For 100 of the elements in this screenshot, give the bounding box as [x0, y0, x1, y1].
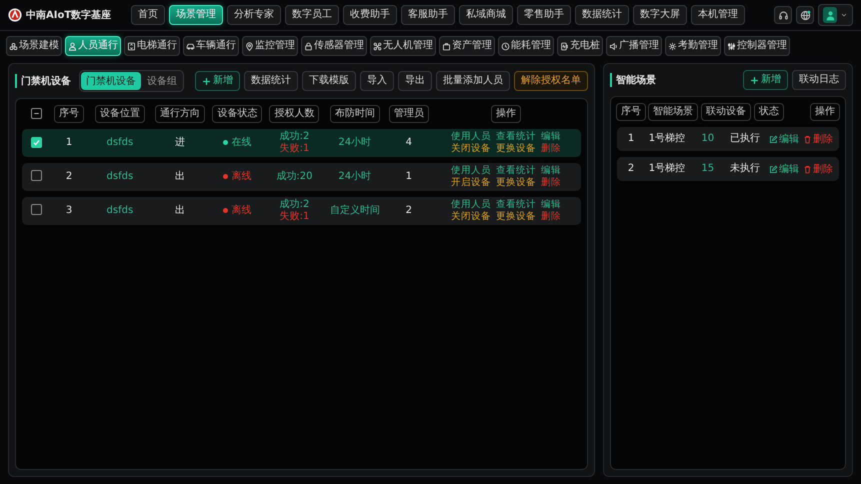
table-row[interactable]: 2 dsfds 出 离线 成功:20 24小时 1 使用人员 查看统计 编辑 开启设备 更换设备 删除: [22, 163, 581, 191]
column-header: 操作: [490, 105, 521, 123]
action-link[interactable]: 使用人员: [450, 165, 491, 177]
nav-tab[interactable]: 私域商城: [459, 5, 514, 25]
table-cell: 2: [406, 205, 412, 216]
nav-tab[interactable]: 客服助手: [401, 5, 456, 25]
view-tab[interactable]: 门禁机设备: [81, 72, 141, 90]
action-link[interactable]: 删除: [540, 177, 561, 189]
speaker-icon: [609, 42, 618, 50]
module-tab[interactable]: 充电桩: [557, 36, 603, 56]
delete-link[interactable]: 删除: [803, 132, 833, 146]
action-link[interactable]: 开启设备: [450, 177, 491, 189]
user-menu[interactable]: [818, 4, 853, 26]
nav-tab[interactable]: 场景管理: [169, 5, 224, 25]
module-tab[interactable]: 监控管理: [242, 36, 298, 56]
charger-icon: [560, 42, 569, 50]
nav-tab[interactable]: 本机管理: [691, 5, 746, 25]
nav-tab[interactable]: 收费助手: [343, 5, 398, 25]
table-row[interactable]: 3 dsfds 出 离线 成功:2 失败:1 自定义时间 2 使用人员 查看统计 编辑 关闭设备 更换设备 删除: [22, 197, 581, 225]
nav-tab[interactable]: 数字大屏: [633, 5, 688, 25]
module-tab[interactable]: 考勤管理: [665, 36, 721, 56]
auth-count: 失败:1: [280, 211, 310, 223]
module-tab[interactable]: 能耗管理: [498, 36, 554, 56]
row-checkbox[interactable]: [30, 204, 42, 215]
add-button[interactable]: 新增: [195, 71, 240, 91]
action-link[interactable]: 查看统计: [496, 165, 536, 177]
table-cell: 1: [406, 171, 412, 182]
toolbar-button[interactable]: 批量添加人员: [436, 71, 510, 91]
module-tab[interactable]: 车辆通行: [183, 36, 239, 56]
car-icon: [186, 42, 195, 50]
module-tab[interactable]: 人员通行: [65, 36, 121, 56]
column-header: 序号: [54, 105, 84, 123]
trash-icon: [803, 134, 812, 144]
action-link[interactable]: 编辑: [540, 199, 561, 211]
edit-link[interactable]: 编辑: [769, 132, 799, 146]
module-tab[interactable]: 传感器管理: [301, 36, 367, 56]
nav-tab[interactable]: 零售助手: [517, 5, 572, 25]
edit-link[interactable]: 编辑: [769, 162, 799, 176]
column-header: 管理员: [388, 105, 429, 123]
action-link[interactable]: 编辑: [540, 131, 561, 143]
action-link[interactable]: 删除: [540, 143, 561, 155]
nav-tab[interactable]: 分析专家: [227, 5, 282, 25]
table-cell: 进: [175, 137, 186, 148]
action-link[interactable]: 更换设备: [496, 211, 536, 223]
headset-button[interactable]: [774, 6, 792, 24]
action-link[interactable]: 关闭设备: [450, 211, 491, 223]
panel-title: 智能场景: [610, 73, 656, 87]
action-link[interactable]: 删除: [540, 211, 561, 223]
column-header: 序号: [616, 103, 646, 121]
column-header: 授权人数: [269, 105, 320, 123]
module-tab[interactable]: 广播管理: [606, 36, 662, 56]
action-link[interactable]: 使用人员: [450, 199, 491, 211]
caret-icon: [840, 11, 848, 19]
table-row[interactable]: 1 dsfds 进 在线 成功:2 失败:1 24小时 4 使用人员 查看统计 编辑 关闭设备 更换设备 删除: [22, 129, 581, 157]
column-header: 通行方向: [155, 105, 206, 123]
action-link[interactable]: 更换设备: [496, 143, 536, 155]
nav-tab[interactable]: 数字员工: [285, 5, 340, 25]
select-all-checkbox[interactable]: [30, 108, 42, 118]
table-cell: 未执行: [730, 163, 760, 174]
add-button[interactable]: 新增: [743, 70, 788, 90]
action-link[interactable]: 使用人员: [450, 131, 491, 143]
table-cell: 4: [406, 137, 412, 148]
table-cell: 1: [628, 133, 634, 144]
nav-tab[interactable]: 首页: [131, 5, 166, 25]
table-cell: 3: [66, 205, 72, 216]
edit-icon: [769, 134, 778, 144]
log-button[interactable]: 联动日志: [792, 70, 846, 90]
table-row[interactable]: 1 1号梯控 10 已执行 编辑 删除: [617, 127, 839, 151]
box-icon: [442, 42, 451, 50]
panel-title: 门禁机设备: [15, 74, 71, 88]
pin-icon: [245, 42, 254, 50]
globe-button[interactable]: [796, 6, 814, 24]
module-tab[interactable]: 场景建模: [6, 36, 62, 56]
edit-icon: [769, 164, 778, 174]
view-tab[interactable]: 设备组: [142, 72, 182, 90]
nodes-icon: [9, 42, 18, 50]
toolbar-button[interactable]: 导入: [360, 71, 394, 91]
action-link[interactable]: 关闭设备: [450, 143, 491, 155]
status-text: 离线: [231, 171, 252, 182]
plus-icon: [202, 76, 211, 86]
module-tab[interactable]: 控制器管理: [724, 36, 790, 56]
action-link[interactable]: 查看统计: [496, 131, 536, 143]
action-link[interactable]: 编辑: [540, 165, 561, 177]
elevator-icon: [127, 42, 136, 50]
toolbar-button[interactable]: 下载模版: [302, 71, 356, 91]
row-checkbox[interactable]: [30, 136, 42, 148]
toolbar-button[interactable]: 解除授权名单: [514, 71, 588, 91]
toolbar-button[interactable]: 数据统计: [244, 71, 298, 91]
table-row[interactable]: 2 1号梯控 15 未执行 编辑 删除: [617, 157, 839, 181]
row-checkbox[interactable]: [30, 170, 42, 181]
delete-link[interactable]: 删除: [803, 162, 833, 176]
module-tab[interactable]: 无人机管理: [370, 36, 436, 56]
action-link[interactable]: 更换设备: [496, 177, 536, 189]
user-icon: [824, 10, 836, 20]
auth-count: 成功:20: [276, 171, 313, 183]
module-tab[interactable]: 资产管理: [439, 36, 495, 56]
action-link[interactable]: 查看统计: [496, 199, 536, 211]
toolbar-button[interactable]: 导出: [398, 71, 432, 91]
nav-tab[interactable]: 数据统计: [575, 5, 630, 25]
module-tab[interactable]: 电梯通行: [124, 36, 180, 56]
